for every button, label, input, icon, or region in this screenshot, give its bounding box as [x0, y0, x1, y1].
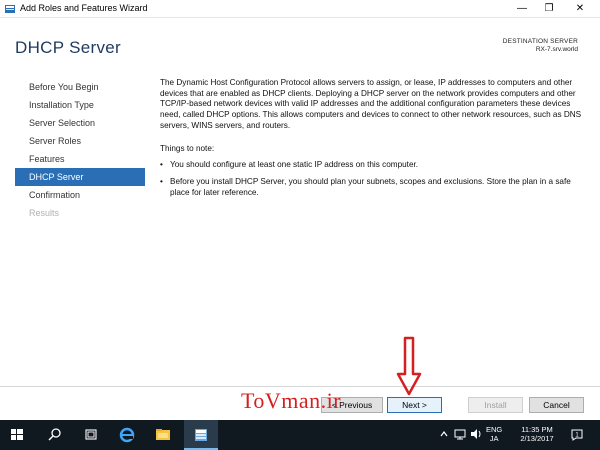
language-code: ENG: [486, 425, 503, 434]
taskbar-search-button[interactable]: [38, 420, 72, 450]
close-button[interactable]: ✕: [566, 0, 594, 18]
start-button[interactable]: [0, 420, 34, 450]
taskbar-clock[interactable]: 11:35 PM 2/13/2017: [514, 425, 560, 443]
install-button: Install: [468, 397, 523, 413]
destination-server-label: DESTINATION SERVER: [502, 38, 578, 45]
taskbar-ie-button[interactable]: [110, 420, 144, 450]
taskbar-file-explorer-button[interactable]: [146, 420, 180, 450]
page-title: DHCP Server: [15, 38, 121, 57]
note-item: • Before you install DHCP Server, you sh…: [160, 177, 588, 198]
input-language-indicator[interactable]: ENG JA: [486, 425, 502, 443]
footer-divider: [0, 386, 600, 387]
ime-code: JA: [489, 434, 499, 443]
taskbar: ENG JA 11:35 PM 2/13/2017 1: [0, 420, 600, 450]
volume-icon[interactable]: [470, 428, 482, 440]
clock-time: 11:35 PM: [521, 425, 553, 434]
internet-explorer-icon: [119, 427, 135, 443]
task-view-button[interactable]: [74, 420, 108, 450]
chevron-up-icon[interactable]: [438, 428, 450, 440]
taskbar-server-manager-button[interactable]: [184, 420, 218, 450]
next-button[interactable]: Next >: [387, 397, 442, 413]
destination-server-name: RX-7.srv.world: [535, 46, 578, 53]
red-arrow-icon: [396, 336, 422, 396]
maximize-button[interactable]: ❐: [535, 0, 563, 18]
task-view-icon: [85, 429, 97, 440]
nav-item-server-selection[interactable]: Server Selection: [15, 114, 145, 132]
watermark-text: ToVman.ir: [241, 388, 342, 413]
wizard-nav: Before You Begin Installation Type Serve…: [15, 78, 145, 222]
content-pane: The Dynamic Host Configuration Protocol …: [160, 78, 588, 204]
nav-item-installation-type[interactable]: Installation Type: [15, 96, 145, 114]
network-icon[interactable]: [454, 428, 466, 440]
window-titlebar: Add Roles and Features Wizard — ❐ ✕: [0, 0, 600, 18]
minimize-button[interactable]: —: [508, 0, 536, 18]
nav-item-confirmation[interactable]: Confirmation: [15, 186, 145, 204]
server-manager-app-icon: [5, 5, 15, 13]
action-center-button[interactable]: 1: [570, 428, 584, 442]
file-explorer-icon: [156, 429, 170, 440]
bullet-icon: •: [160, 176, 163, 186]
nav-item-before-you-begin[interactable]: Before You Begin: [15, 78, 145, 96]
intro-text: The Dynamic Host Configuration Protocol …: [160, 78, 582, 130]
note-text: You should configure at least one static…: [170, 160, 419, 170]
nav-item-server-roles[interactable]: Server Roles: [15, 132, 145, 150]
cancel-button[interactable]: Cancel: [529, 397, 584, 413]
nav-item-dhcp-server[interactable]: DHCP Server: [15, 168, 145, 186]
window-title: Add Roles and Features Wizard: [20, 3, 148, 13]
bullet-icon: •: [160, 160, 163, 170]
note-text: Before you install DHCP Server, you shou…: [170, 176, 571, 197]
notification-icon: 1: [571, 429, 583, 441]
notes-title: Things to note:: [160, 143, 215, 153]
windows-start-icon: [11, 429, 23, 440]
server-manager-icon: [195, 429, 207, 441]
clock-date: 2/13/2017: [520, 434, 554, 443]
search-icon: [48, 428, 61, 441]
note-item: • You should configure at least one stat…: [160, 160, 588, 171]
nav-item-results: Results: [29, 208, 60, 218]
nav-item-features[interactable]: Features: [15, 150, 145, 168]
